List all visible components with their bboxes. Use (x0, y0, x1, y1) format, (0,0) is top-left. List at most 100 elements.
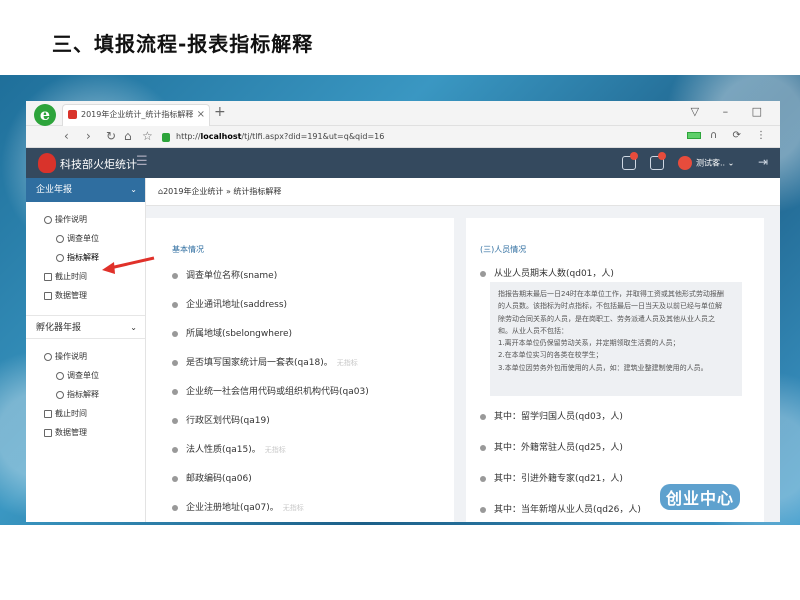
sidebar-item-survey-unit-2[interactable]: 调查单位 (26, 366, 145, 385)
notification-badge (630, 152, 638, 160)
field-item: 是否填写国家统计局一套表(qa18)。 无指标 (172, 355, 358, 368)
calendar-icon (44, 272, 52, 281)
breadcrumb-text: 2019年企业统计 » 统计指标解释 (163, 187, 282, 196)
sidebar-item-label: 操作说明 (55, 215, 87, 224)
browser-tab[interactable]: 2019年企业统计_统计指标解释 × (62, 104, 210, 126)
url-field[interactable]: http://localhost/tj/tlfi.aspx?did=191&ut… (162, 129, 682, 145)
window-controls[interactable]: ▽ – □ (691, 105, 772, 118)
app-header: 科技部火炬统计 ☰ 测试客.. ⌄ ⇥ (26, 148, 780, 178)
bullet-icon (480, 506, 486, 513)
forward-button[interactable]: › (86, 129, 91, 143)
browser-window: e 2019年企业统计_统计指标解释 × + ▽ – □ ‹ › ↻ ⌂ ☆ h… (26, 101, 780, 522)
sidebar-group-label: 孵化器年报 (36, 323, 82, 333)
sidebar-item-deadline-2[interactable]: 截止时间 (26, 404, 145, 423)
field-item: 企业统一社会信用代码或组织机构代码(qa03) (172, 384, 369, 397)
bookmark-star-icon[interactable]: ☆ (142, 129, 153, 143)
circle-icon (56, 371, 64, 380)
message-badge (658, 152, 666, 160)
personnel-card: (三)人员情况 从业人员期末人数(qd01，人) 指报告期末最后一日24时在本单… (466, 218, 764, 522)
sidebar-item-label: 截止时间 (55, 409, 87, 418)
red-pointer-arrow-icon (102, 256, 155, 274)
secure-shield-icon (162, 133, 170, 142)
url-path: /tj/tlfi.aspx?did=191&ut=q&qid=16 (241, 132, 385, 141)
calendar-icon (44, 409, 52, 418)
field-item: 行政区划代码(qa19) (172, 413, 270, 426)
browser-logo-icon: e (34, 104, 56, 126)
sidebar-item-label: 调查单位 (67, 371, 99, 380)
sidebar-item-label: 指标解释 (67, 253, 99, 262)
sidebar-item-label: 数据管理 (55, 428, 87, 437)
sidebar-item-label: 指标解释 (67, 390, 99, 399)
section-title: 基本情况 (172, 245, 204, 254)
avatar (678, 156, 692, 170)
logout-icon[interactable]: ⇥ (758, 155, 768, 169)
bullet-icon (172, 388, 178, 395)
bullet-icon (480, 413, 486, 420)
grid-icon (44, 291, 52, 300)
url-host: localhost (200, 132, 242, 141)
sidebar-item-instructions-2[interactable]: 操作说明 (26, 347, 145, 366)
sidebar-item-survey-unit[interactable]: 调查单位 (26, 229, 145, 248)
bullet-icon (480, 444, 486, 451)
back-button[interactable]: ‹ (64, 129, 69, 143)
bullet-icon (480, 475, 486, 482)
tab-title: 2019年企业统计_统计指标解释 (81, 110, 194, 119)
circle-icon (44, 352, 52, 361)
circle-icon (56, 234, 64, 243)
bullet-icon (172, 301, 178, 308)
home-button[interactable]: ⌂ (124, 129, 132, 143)
app-name: 科技部火炬统计 (60, 158, 137, 171)
field-item: 从业人员期末人数(qd01，人) (480, 266, 614, 279)
circle-icon (44, 215, 52, 224)
chevron-down-icon: ⌄ (130, 323, 137, 332)
bullet-icon (172, 359, 178, 366)
chevron-down-icon: ⌄ (130, 185, 137, 194)
favicon-icon (68, 110, 77, 119)
bullet-icon (480, 270, 486, 277)
main-content: ⌂2019年企业统计 » 统计指标解释 基本情况 调查单位名称(sname) 企… (146, 178, 780, 522)
sidebar-item-indicator-explanation-2[interactable]: 指标解释 (26, 385, 145, 404)
sidebar-group-label: 企业年报 (36, 185, 73, 195)
field-item: 其中：留学归国人员(qd03，人) (480, 409, 623, 422)
user-name: 测试客.. ⌄ (696, 158, 735, 168)
circle-icon (56, 253, 64, 262)
reload-button[interactable]: ↻ (106, 129, 116, 143)
bullet-icon (172, 446, 178, 453)
breadcrumb: ⌂2019年企业统计 » 统计指标解释 (146, 178, 780, 206)
sidebar-item-data-management-2[interactable]: 数据管理 (26, 423, 145, 442)
sidebar-item-label: 截止时间 (55, 272, 87, 281)
torch-logo-icon (38, 153, 56, 173)
close-tab-icon[interactable]: × (197, 105, 205, 125)
field-item: 企业注册地址(qa07)。 无指标 (172, 500, 304, 513)
sidebar-item-instructions[interactable]: 操作说明 (26, 210, 145, 229)
sidebar-group-incubator[interactable]: 孵化器年报 ⌄ (26, 315, 145, 339)
new-tab-button[interactable]: + (214, 104, 226, 120)
tab-bar: e 2019年企业统计_统计指标解释 × + ▽ – □ (26, 101, 780, 126)
field-item: 其中：外籍常驻人员(qd25，人) (480, 440, 623, 453)
explanation-box: 指报告期末最后一日24时在本单位工作，并取得工资或其他形式劳动报酬 的人员数。该… (490, 282, 742, 396)
user-menu[interactable]: 测试客.. ⌄ (678, 156, 734, 170)
menu-toggle-icon[interactable]: ☰ (136, 154, 148, 169)
sidebar-item-label: 数据管理 (55, 291, 87, 300)
slide-title: 三、填报流程-报表指标解释 (52, 32, 314, 56)
circle-icon (56, 390, 64, 399)
field-item: 法人性质(qa15)。 无指标 (172, 442, 286, 455)
field-item: 邮政编码(qa06) (172, 471, 252, 484)
sidebar-group-enterprise[interactable]: 企业年报 ⌄ (26, 178, 145, 202)
battery-icon (686, 131, 701, 139)
grid-icon (44, 428, 52, 437)
bullet-icon (172, 330, 178, 337)
bullet-icon (172, 272, 178, 279)
field-item: 调查单位名称(sname) (172, 268, 277, 281)
field-item: 所属地域(sbelongwhere) (172, 326, 292, 339)
address-bar: ‹ › ↻ ⌂ ☆ http://localhost/tj/tlfi.aspx?… (26, 126, 780, 148)
section-title: (三)人员情况 (480, 245, 527, 254)
url-prefix: http:// (176, 132, 201, 141)
bullet-icon (172, 504, 178, 511)
field-item: 其中：引进外籍专家(qd21，人) (480, 471, 623, 484)
sidebar-item-label: 操作说明 (55, 352, 87, 361)
toolbar-icons[interactable]: ∩ ⟳ ⋮ (686, 130, 772, 141)
bullet-icon (172, 475, 178, 482)
sidebar-item-data-management[interactable]: 数据管理 (26, 286, 145, 305)
sidebar-item-label: 调查单位 (67, 234, 99, 243)
